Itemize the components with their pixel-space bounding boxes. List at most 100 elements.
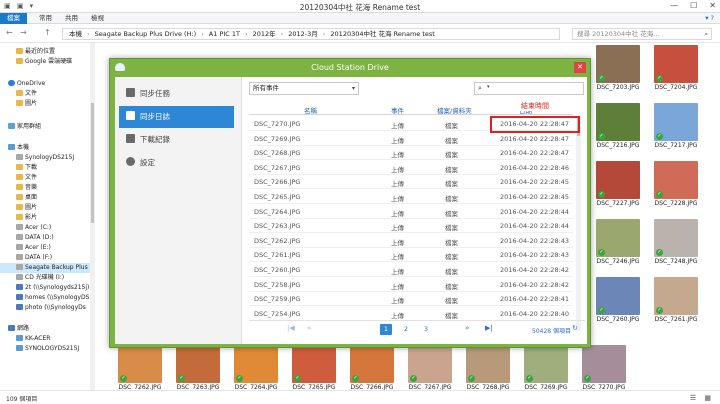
last-page-button[interactable]: ▶| <box>485 324 493 332</box>
help-icon[interactable]: ▾ ? <box>705 14 714 22</box>
tab-file[interactable]: 檔案 <box>0 13 27 24</box>
photo-thumbnail[interactable]: ✓ DSC_7227.JPG <box>596 161 640 207</box>
nav-item[interactable]: CD 光碟機 (I:) <box>0 273 90 283</box>
photo-thumbnail[interactable]: ✓ DSC_7268.JPG <box>466 345 510 391</box>
table-row[interactable]: DSC_7259.JPG 上傳 檔案 2016-04-20 22:28:41 <box>249 291 573 307</box>
nav-item[interactable]: homes (\\SynologyDS <box>0 293 90 303</box>
nav-item[interactable]: 圖片 <box>0 99 90 109</box>
column-type[interactable]: 檔案/資料夾 <box>437 105 472 115</box>
nav-item[interactable]: 2t (\\Synologyds215j) <box>0 283 90 293</box>
photo-thumbnail[interactable]: ✓ DSC_7228.JPG <box>654 161 698 207</box>
chevron-down-icon[interactable]: ▾ <box>487 84 490 90</box>
breadcrumb-item[interactable]: 2012-3月 <box>288 30 318 38</box>
nav-item[interactable]: Seagate Backup Plus D <box>0 263 94 273</box>
tab-home[interactable]: 常用 <box>32 13 59 24</box>
photo-thumbnail[interactable]: ✓ DSC_7217.JPG <box>654 103 698 149</box>
nav-item[interactable]: 文件 <box>0 173 90 183</box>
nav-item[interactable]: 網路 <box>0 324 90 334</box>
breadcrumb-item[interactable]: 20120304中社 花海 Rename test <box>330 30 434 38</box>
nav-item[interactable]: DATA (F:) <box>0 253 90 263</box>
photo-thumbnail[interactable]: ✓ DSC_7203.JPG <box>596 45 640 91</box>
table-row[interactable]: DSC_7264.JPG 上傳 檔案 2016-04-20 22:28:44 <box>249 204 573 219</box>
breadcrumb-item[interactable]: A1 PIC 1T <box>209 30 240 38</box>
nav-item[interactable]: Google 雲端硬碟 <box>0 57 90 67</box>
table-row[interactable]: DSC_7254.JPG 上傳 檔案 2016-04-20 22:28:40 <box>249 306 573 321</box>
photo-thumbnail[interactable]: ✓ DSC_7261.JPG <box>654 277 698 323</box>
maximize-button[interactable]: ☐ <box>690 1 697 10</box>
photo-thumbnail[interactable]: ✓ DSC_7269.JPG <box>524 345 568 391</box>
dialog-close-button[interactable]: ✕ <box>574 62 586 73</box>
table-row[interactable]: DSC_7266.JPG 上傳 檔案 2016-04-20 22:28:45 <box>249 174 573 190</box>
event-filter-select[interactable]: 所有事件 ▾ <box>249 82 359 95</box>
breadcrumb-item[interactable]: 2012年 <box>253 30 276 38</box>
back-button[interactable]: ← <box>6 28 13 37</box>
nav-item[interactable]: Acer (E:) <box>0 243 90 253</box>
nav-item[interactable]: DATA (D:) <box>0 233 90 243</box>
prev-page-button[interactable]: « <box>307 324 311 332</box>
nav-item[interactable]: 音樂 <box>0 183 90 193</box>
forward-button[interactable]: → <box>20 28 27 37</box>
nav-item[interactable]: 家用群組 <box>0 122 90 132</box>
breadcrumb-item[interactable]: 本機 <box>69 30 82 38</box>
nav-item[interactable]: 下載 <box>0 163 90 173</box>
breadcrumb-item[interactable]: Seagate Backup Plus Drive (H:) <box>95 30 197 38</box>
photo-thumbnail[interactable]: ✓ DSC_7216.JPG <box>596 103 640 149</box>
nav-item[interactable]: OneDrive <box>0 79 90 89</box>
close-window-button[interactable]: ✕ <box>709 1 716 10</box>
table-row[interactable]: DSC_7258.JPG 上傳 檔案 2016-04-20 22:28:42 <box>249 277 573 292</box>
table-row[interactable]: DSC_7267.JPG 上傳 檔案 2016-04-20 22:28:46 <box>249 160 573 175</box>
table-row[interactable]: DSC_7260.JPG 上傳 檔案 2016-04-20 22:28:42 <box>249 262 573 277</box>
minimize-button[interactable]: — <box>670 1 678 10</box>
table-row[interactable]: DSC_7261.JPG 上傳 檔案 2016-04-20 22:28:43 <box>249 247 573 263</box>
photo-thumbnail[interactable]: ✓ DSC_7267.JPG <box>408 345 452 391</box>
address-bar[interactable]: 本機 › Seagate Backup Plus Drive (H:) › A1 PIC… <box>62 28 560 40</box>
nav-item[interactable]: 本機 <box>0 143 90 153</box>
search-icon[interactable]: ⌕ <box>704 29 708 39</box>
next-page-button[interactable]: » <box>465 324 469 332</box>
nav-item[interactable]: KK-ACER <box>0 334 90 344</box>
page-button[interactable]: 2 <box>400 324 412 335</box>
refresh-icon[interactable]: ↻ <box>572 324 578 332</box>
tab-share[interactable]: 共用 <box>58 13 85 24</box>
photo-thumbnail[interactable]: ✓ DSC_7265.JPG <box>292 345 336 391</box>
page-button[interactable]: 1 <box>380 324 392 335</box>
nav-item[interactable]: SYNOLOGYDS215J <box>0 344 90 354</box>
first-page-button[interactable]: |◀ <box>287 324 295 332</box>
search-icon[interactable]: ⌕ <box>478 84 482 93</box>
nav-item[interactable]: Acer (C:) <box>0 223 90 233</box>
page-button[interactable]: 3 <box>420 324 432 335</box>
nav-item[interactable]: 最近的位置 <box>0 47 90 57</box>
table-row[interactable]: DSC_7265.JPG 上傳 檔案 2016-04-20 22:28:45 <box>249 189 573 204</box>
photo-thumbnail[interactable]: ✓ DSC_7204.JPG <box>654 45 698 91</box>
navigation-scrollbar[interactable] <box>90 43 95 390</box>
up-button[interactable]: ↑ <box>44 28 51 37</box>
photo-thumbnail[interactable]: ✓ DSC_7248.JPG <box>654 219 698 265</box>
nav-item[interactable]: 圖片 <box>0 203 90 213</box>
table-row[interactable]: DSC_7263.JPG 上傳 檔案 2016-04-20 22:28:44 <box>249 218 573 234</box>
log-search-input[interactable]: ⌕ ▾ <box>474 82 584 95</box>
nav-item[interactable]: photo (\\SynologyDs <box>0 303 90 313</box>
photo-thumbnail[interactable]: ✓ DSC_7266.JPG <box>350 345 394 391</box>
sidebar-item[interactable]: 同步日誌 <box>119 106 234 128</box>
photo-thumbnail[interactable]: ✓ DSC_7260.JPG <box>596 277 640 323</box>
sidebar-item[interactable]: 下載紀錄 <box>119 129 234 151</box>
tab-view[interactable]: 檢視 <box>84 13 111 24</box>
nav-item[interactable]: 影片 <box>0 213 90 223</box>
photo-thumbnail[interactable]: ✓ DSC_7262.JPG <box>118 345 162 391</box>
column-name[interactable]: 名稱 <box>304 105 317 115</box>
sidebar-item[interactable]: 設定 <box>119 152 234 174</box>
table-row[interactable]: DSC_7262.JPG 上傳 檔案 2016-04-20 22:28:43 <box>249 233 573 248</box>
photo-thumbnail[interactable]: ✓ DSC_7264.JPG <box>234 345 278 391</box>
log-scrollbar[interactable] <box>576 116 581 331</box>
sidebar-item[interactable]: 同步任務 <box>119 83 234 105</box>
scrollbar-thumb[interactable] <box>91 103 94 223</box>
photo-thumbnail[interactable]: ✓ DSC_7246.JPG <box>596 219 640 265</box>
search-box[interactable]: 搜尋 20120304中社 花海... ⌕ <box>572 28 712 40</box>
column-event[interactable]: 事件 <box>391 105 404 115</box>
nav-item[interactable]: 桌面 <box>0 193 90 203</box>
nav-item[interactable]: 文件 <box>0 89 90 99</box>
nav-item[interactable]: SynologyDS215J <box>0 153 90 163</box>
photo-thumbnail[interactable]: ✓ DSC_7263.JPG <box>176 345 220 391</box>
photo-thumbnail[interactable]: ✓ DSC_7270.JPG <box>582 345 626 391</box>
view-toggle-icons[interactable]: ☰ ▦ <box>690 394 714 402</box>
